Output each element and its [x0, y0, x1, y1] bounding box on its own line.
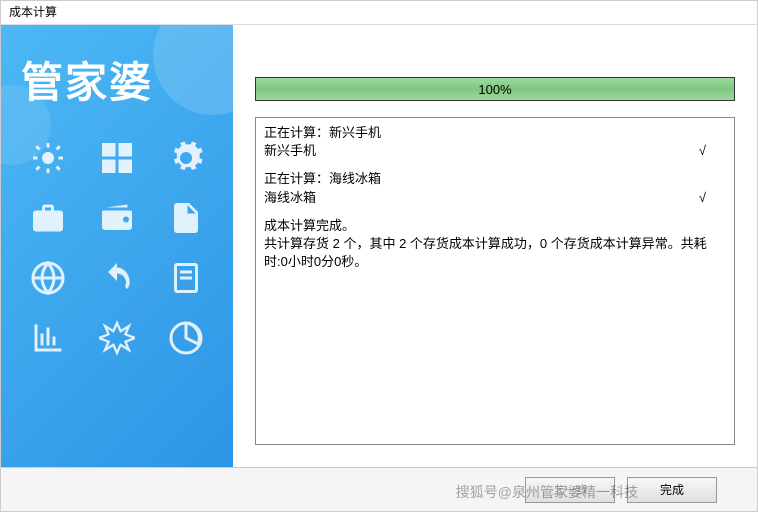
log-output: 正在计算：新兴手机 新兴手机 √ 正在计算：海线冰箱 海线冰箱 √ 成本计算完成… — [255, 117, 735, 445]
prev-button[interactable]: 上一步 — [525, 477, 615, 503]
log-line: 海线冰箱 √ — [264, 189, 726, 207]
undo-icon — [99, 260, 135, 296]
log-line: 新兴手机 √ — [264, 142, 726, 160]
button-bar: 上一步 完成 — [1, 467, 757, 511]
sun-icon — [30, 140, 66, 176]
gear-icon — [168, 140, 204, 176]
page2-icon — [168, 260, 204, 296]
wallet-icon — [99, 200, 135, 236]
page-icon — [168, 200, 204, 236]
log-summary: 成本计算完成。 — [264, 217, 726, 235]
brand-logo: 管家婆 — [1, 25, 233, 110]
main-panel: 100% 正在计算：新兴手机 新兴手机 √ 正在计算：海线冰箱 海线冰箱 √ — [233, 25, 757, 467]
finish-button[interactable]: 完成 — [627, 477, 717, 503]
sidebar: 管家婆 — [1, 25, 233, 467]
log-line: 正在计算：新兴手机 — [264, 124, 726, 142]
progress-label: 100% — [478, 82, 511, 97]
log-line: 正在计算：海线冰箱 — [264, 170, 726, 188]
chart-icon — [30, 320, 66, 356]
star-icon — [99, 320, 135, 356]
globe-icon — [30, 260, 66, 296]
pie-icon — [168, 320, 204, 356]
log-summary: 共计算存货 2 个，其中 2 个存货成本计算成功，0 个存货成本计算异常。共耗时… — [264, 235, 726, 271]
window-title: 成本计算 — [1, 1, 757, 25]
windows-icon — [99, 140, 135, 176]
progress-bar: 100% — [255, 77, 735, 101]
briefcase-icon — [30, 200, 66, 236]
